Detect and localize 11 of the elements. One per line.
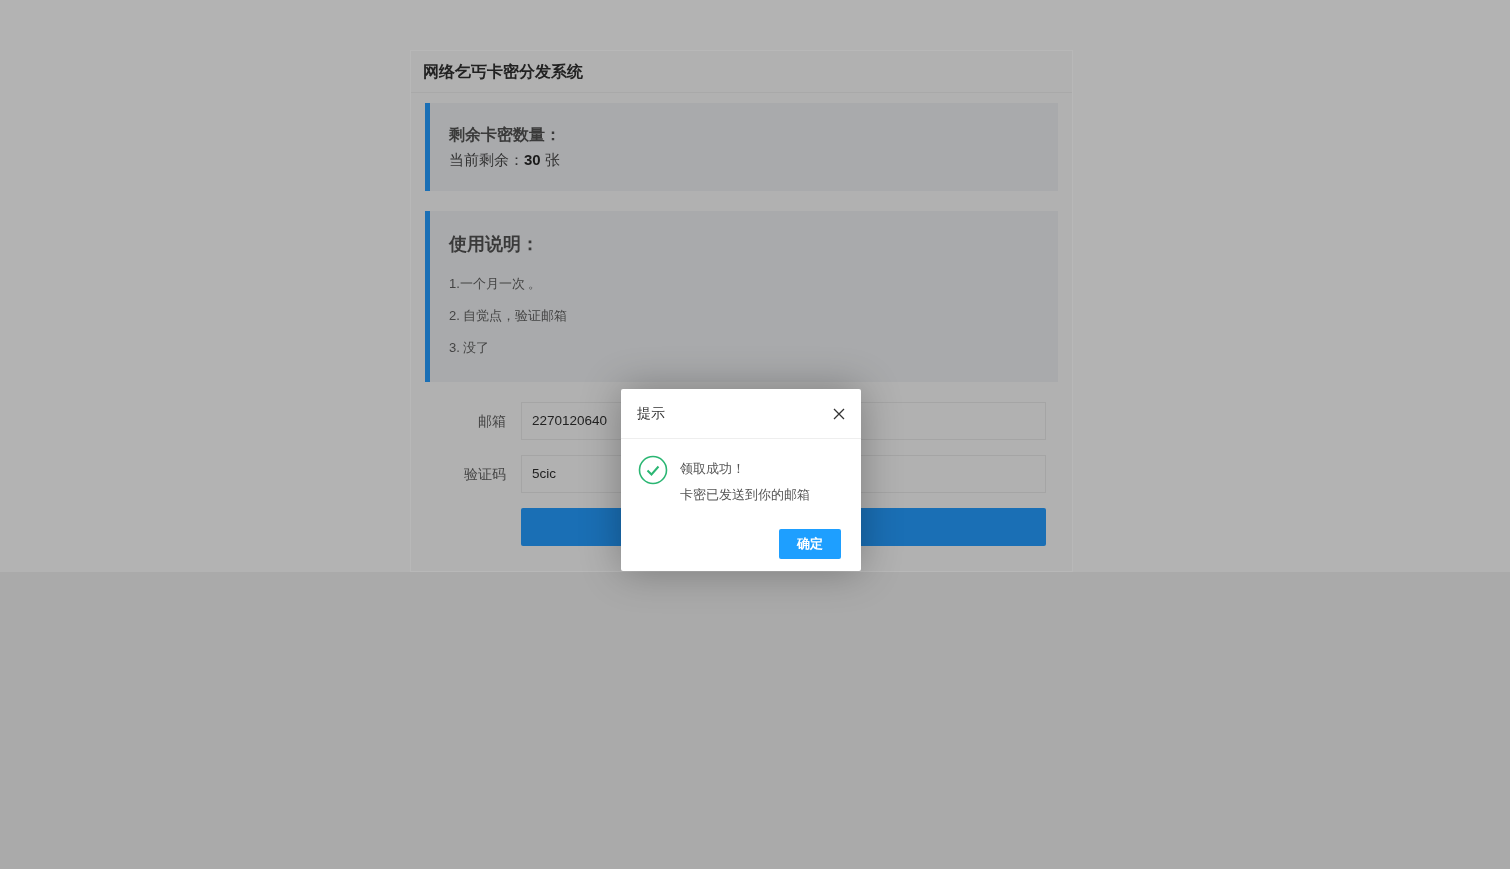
field-label: 邮箱 bbox=[477, 411, 507, 431]
field-label: 验证码 bbox=[463, 464, 507, 484]
instructions-heading: 使用说明： bbox=[449, 233, 540, 256]
instruction-item: 3. 没了 bbox=[449, 339, 491, 357]
dialog-detail: 卡密已发送到你的邮箱 bbox=[680, 485, 810, 504]
stock-count: 当前剩余：30 张 bbox=[449, 150, 561, 170]
dialog-message: 领取成功！ bbox=[680, 460, 746, 478]
dialog-title: 提示 bbox=[637, 404, 665, 423]
instruction-item: 2. 自觉点，验证邮箱 bbox=[449, 307, 569, 325]
stock-heading: 剩余卡密数量： bbox=[449, 125, 562, 145]
page-title: 网络乞丐卡密分发系统 bbox=[423, 61, 583, 82]
